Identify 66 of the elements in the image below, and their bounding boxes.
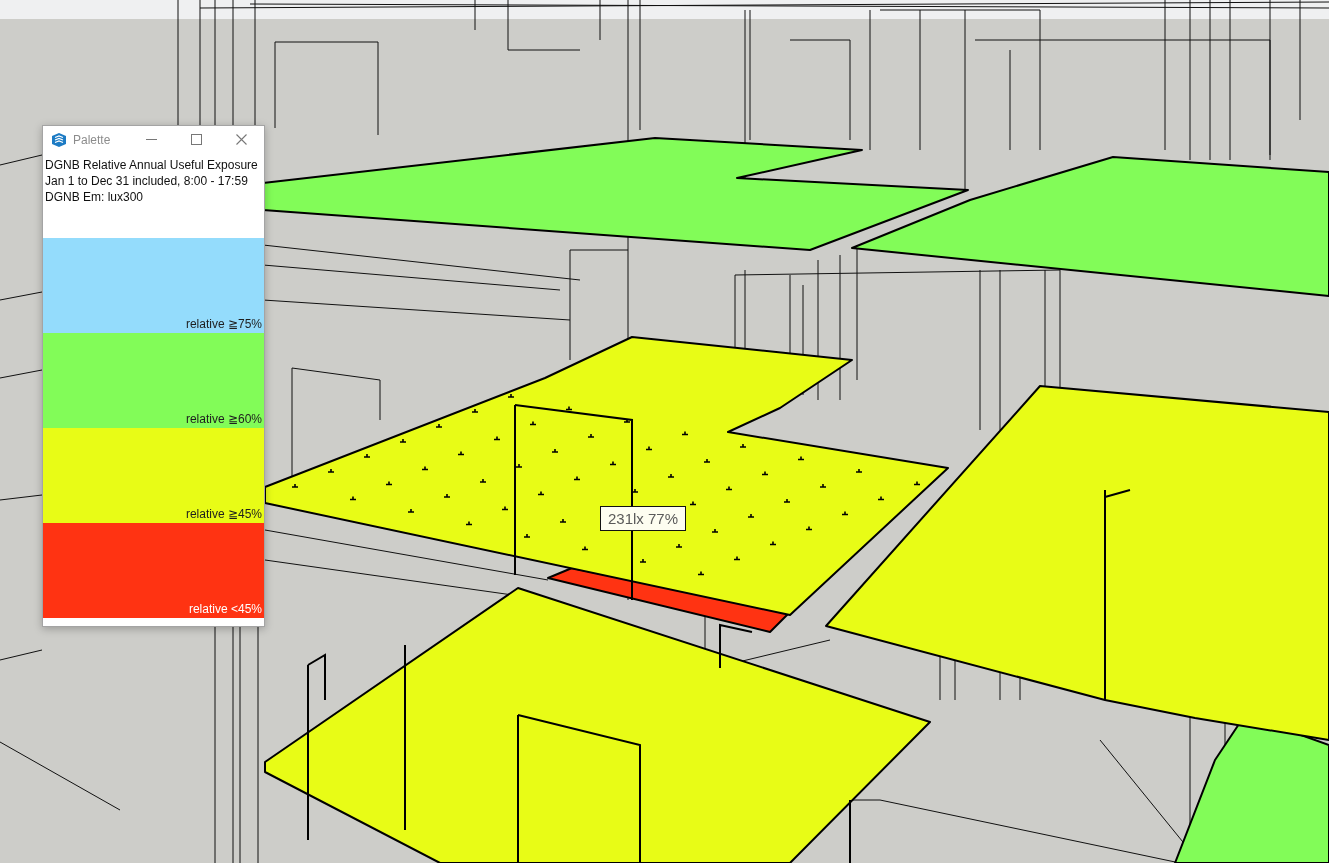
app-icon — [51, 131, 67, 148]
sensor-marker-icon — [471, 408, 479, 413]
sensor-marker-icon — [363, 453, 371, 458]
sensor-marker-icon — [855, 468, 863, 473]
minimize-icon — [146, 139, 157, 140]
sensor-marker-icon — [725, 485, 733, 491]
sensor-marker-icon — [819, 483, 827, 488]
sensor-marker-icon — [639, 558, 647, 563]
sensor-marker-icon — [501, 505, 509, 511]
sensor-marker-icon — [565, 405, 573, 411]
info-text: DGNB Relative Annual Useful Exposure — [45, 157, 259, 173]
sensor-marker-icon — [761, 470, 769, 476]
info-text: DGNB Em: lux300 — [45, 189, 145, 205]
sensor-marker-icon — [465, 520, 473, 526]
sensor-marker-icon — [645, 445, 653, 451]
sensor-marker-icon — [507, 393, 515, 398]
sensor-marker-icon — [623, 418, 631, 423]
sensor-marker-icon — [769, 540, 777, 546]
sensor-marker-icon — [667, 473, 675, 478]
sensor-marker-icon — [349, 495, 357, 501]
sensor-marker-icon — [587, 433, 595, 438]
legend-label: relative ≧45% — [185, 507, 262, 522]
sensor-marker-icon — [711, 528, 719, 533]
close-icon — [236, 134, 247, 145]
sensor-marker-icon — [291, 483, 299, 488]
sensor-marker-icon — [681, 430, 689, 436]
window-title: Palette — [73, 132, 111, 147]
sensor-marker-icon — [399, 438, 407, 443]
sensor-marker-icon — [537, 490, 545, 496]
sensor-marker-icon — [783, 498, 791, 503]
sensor-marker-icon — [747, 513, 755, 518]
sensor-marker-icon — [631, 488, 639, 493]
legend-label: relative <45% — [188, 602, 262, 617]
sensor-marker-icon — [435, 423, 443, 428]
sensor-marker-icon — [703, 458, 711, 463]
maximize-icon — [191, 134, 202, 145]
sensor-marker-icon — [689, 500, 697, 506]
sensor-marker-icon — [407, 508, 415, 513]
sensor-marker-icon — [515, 463, 523, 468]
sensor-marker-icon — [739, 443, 747, 448]
sensor-marker-icon — [797, 455, 805, 461]
sensor-marker-icon — [609, 460, 617, 466]
sensor-marker-icon — [385, 480, 393, 486]
value-tooltip: 231lx 77% — [600, 506, 687, 531]
sensor-marker-icon — [421, 465, 429, 471]
legend-label: relative ≧60% — [185, 412, 262, 427]
sensor-marker-icon — [551, 448, 559, 453]
sensor-marker-icon — [573, 475, 581, 481]
sensor-marker-icon — [697, 570, 705, 576]
sensor-marker-icon — [913, 480, 921, 486]
sensor-marker-icon — [457, 450, 465, 456]
info-text: Jan 1 to Dec 31 included, 8:00 - 17:59 — [45, 173, 249, 189]
sensor-marker-icon — [581, 545, 589, 551]
sensor-marker-icon — [805, 525, 813, 531]
sensor-marker-icon — [733, 555, 741, 561]
sensor-marker-icon — [559, 518, 567, 523]
sensor-marker-icon — [327, 468, 335, 473]
legend-label: relative ≧75% — [185, 317, 262, 332]
sensor-marker-icon — [877, 495, 885, 501]
sensor-marker-icon — [479, 478, 487, 483]
sensor-marker-icon — [675, 543, 683, 548]
sensor-marker-icon — [841, 510, 849, 516]
sensor-marker-icon — [523, 533, 531, 538]
sensor-marker-icon — [443, 493, 451, 498]
sensor-marker-icon — [529, 420, 537, 426]
sensor-marker-icon — [493, 435, 501, 441]
